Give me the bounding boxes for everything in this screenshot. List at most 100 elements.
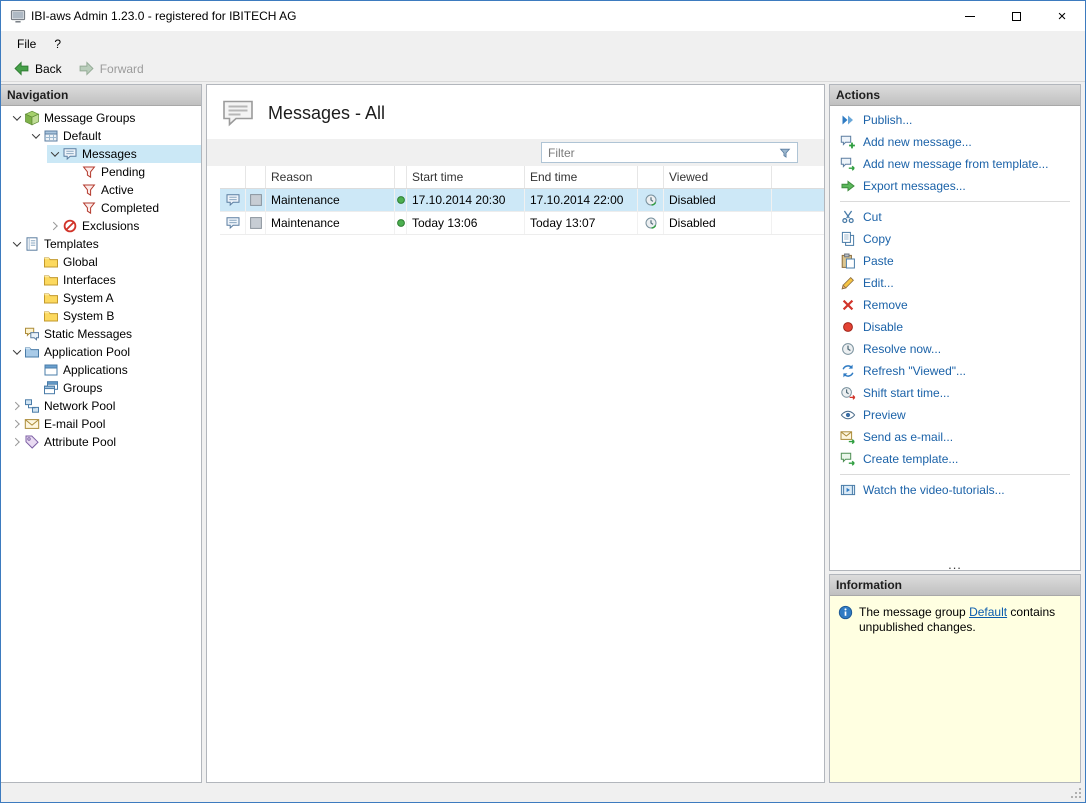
tree-item-label: Attribute Pool	[44, 435, 117, 449]
filter-funnel-icon[interactable]	[778, 146, 792, 160]
actions-panel: Actions Publish... Add new message... Add …	[829, 84, 1081, 571]
nav-item-groups[interactable]: Groups	[1, 379, 201, 397]
shift-start-time-icon	[840, 385, 856, 401]
action-resolve-now[interactable]: Resolve now...	[830, 338, 1080, 360]
action-copy[interactable]: Copy	[830, 228, 1080, 250]
nav-item-message-groups[interactable]: Message Groups	[1, 109, 201, 127]
tree-item-label: Exclusions	[82, 219, 140, 233]
info-default-link[interactable]: Default	[969, 605, 1007, 619]
titlebar: IBI-aws Admin 1.23.0 - registered for IB…	[1, 1, 1085, 31]
action-add-new-message-from-template[interactable]: Add new message from template...	[830, 153, 1080, 175]
menubar: File ?	[1, 31, 1085, 56]
action-label: Send as e-mail...	[863, 430, 954, 444]
back-button[interactable]: Back	[6, 58, 69, 79]
nav-item-network-pool[interactable]: Network Pool	[1, 397, 201, 415]
expander-expanded-icon[interactable]	[28, 133, 43, 139]
add-message-template-icon	[840, 156, 856, 172]
nav-item-messages[interactable]: Messages	[1, 145, 201, 163]
nav-item-templates[interactable]: Templates	[1, 235, 201, 253]
row-message-icon	[225, 215, 241, 231]
tree-item-label: Message Groups	[44, 111, 136, 125]
column-header-start-time[interactable]: Start time	[407, 166, 525, 188]
action-watch-the-video-tutorials[interactable]: Watch the video-tutorials...	[830, 479, 1080, 501]
tree-item-content: Interfaces	[28, 271, 201, 289]
action-cut[interactable]: Cut	[830, 206, 1080, 228]
viewed-clock-icon	[643, 192, 659, 208]
nav-item-system-b[interactable]: System B	[1, 307, 201, 325]
action-label: Add new message...	[863, 135, 972, 149]
nav-item-exclusions[interactable]: Exclusions	[1, 217, 201, 235]
action-label: Paste	[863, 254, 894, 268]
action-remove[interactable]: Remove	[830, 294, 1080, 316]
expander-expanded-icon[interactable]	[9, 349, 24, 355]
expander-collapsed-icon[interactable]	[9, 403, 24, 409]
expander-expanded-icon[interactable]	[9, 115, 24, 121]
filter-input[interactable]	[542, 145, 778, 160]
nav-item-attribute-pool[interactable]: Attribute Pool	[1, 433, 201, 451]
menu-file[interactable]: File	[8, 34, 45, 54]
action-shift-start-time[interactable]: Shift start time...	[830, 382, 1080, 404]
expander-collapsed-icon[interactable]	[47, 223, 62, 229]
cut-icon	[840, 209, 856, 225]
expander-collapsed-icon[interactable]	[9, 439, 24, 445]
table-row[interactable]: Maintenance Today 13:06 Today 13:07 Disable…	[220, 212, 824, 235]
column-header-icon[interactable]	[638, 166, 664, 188]
nav-item-static-messages[interactable]: Static Messages	[1, 325, 201, 343]
maximize-button[interactable]	[993, 1, 1039, 31]
action-create-template[interactable]: Create template...	[830, 448, 1080, 470]
column-header-icon[interactable]	[220, 166, 246, 188]
expander-expanded-icon[interactable]	[47, 151, 62, 157]
action-send-as-e-mail[interactable]: Send as e-mail...	[830, 426, 1080, 448]
column-header-end-time[interactable]: End time	[525, 166, 638, 188]
action-export-messages[interactable]: Export messages...	[830, 175, 1080, 197]
nav-item-applications[interactable]: Applications	[1, 361, 201, 379]
nav-item-application-pool[interactable]: Application Pool	[1, 343, 201, 361]
resize-grip-icon[interactable]	[1070, 787, 1082, 799]
action-publish[interactable]: Publish...	[830, 109, 1080, 131]
messages-table: Reason Start time End time Viewed Maintenan…	[220, 166, 824, 235]
info-text-before: The message group	[859, 605, 970, 619]
expander-collapsed-icon[interactable]	[9, 421, 24, 427]
viewed-clock-icon	[643, 215, 659, 231]
information-panel-header: Information	[830, 575, 1080, 596]
tree-item-content: E-mail Pool	[9, 415, 201, 433]
column-header-reason[interactable]: Reason	[266, 166, 395, 188]
tree-item-content: Active	[66, 181, 201, 199]
messages-icon	[62, 146, 78, 162]
nav-item-completed[interactable]: Completed	[1, 199, 201, 217]
nav-item-system-a[interactable]: System A	[1, 289, 201, 307]
action-paste[interactable]: Paste	[830, 250, 1080, 272]
actions-overflow-indicator[interactable]: ...	[830, 558, 1080, 570]
action-preview[interactable]: Preview	[830, 404, 1080, 426]
forward-arrow-icon	[78, 60, 95, 77]
action-disable[interactable]: Disable	[830, 316, 1080, 338]
folder-icon	[43, 254, 59, 270]
action-add-new-message[interactable]: Add new message...	[830, 131, 1080, 153]
nav-item-e-mail-pool[interactable]: E-mail Pool	[1, 415, 201, 433]
nav-item-pending[interactable]: Pending	[1, 163, 201, 181]
main-panel: Messages - All Reason Start timeEnd time V…	[206, 84, 825, 783]
column-header-viewed[interactable]: Viewed	[664, 166, 772, 188]
nav-item-active[interactable]: Active	[1, 181, 201, 199]
applications-icon	[43, 362, 59, 378]
information-body: The message group Default contains unpub…	[830, 596, 1080, 782]
menu-help[interactable]: ?	[45, 34, 70, 54]
actions-separator	[840, 474, 1070, 475]
nav-item-interfaces[interactable]: Interfaces	[1, 271, 201, 289]
close-button[interactable]	[1039, 1, 1085, 31]
action-edit[interactable]: Edit...	[830, 272, 1080, 294]
action-refresh-viewed[interactable]: Refresh "Viewed"...	[830, 360, 1080, 382]
forward-button[interactable]: Forward	[71, 58, 151, 79]
nav-item-default[interactable]: Default	[1, 127, 201, 145]
cell-viewed-icon	[638, 212, 664, 234]
nav-item-global[interactable]: Global	[1, 253, 201, 271]
table-row[interactable]: Maintenance 17.10.2014 20:30 17.10.2014 22…	[220, 189, 824, 212]
column-header-icon[interactable]	[395, 166, 407, 188]
column-header-icon[interactable]	[246, 166, 266, 188]
tree-item-label: Default	[63, 129, 102, 143]
expander-expanded-icon[interactable]	[9, 241, 24, 247]
cell-viewed-icon	[638, 189, 664, 211]
minimize-button[interactable]	[947, 1, 993, 31]
